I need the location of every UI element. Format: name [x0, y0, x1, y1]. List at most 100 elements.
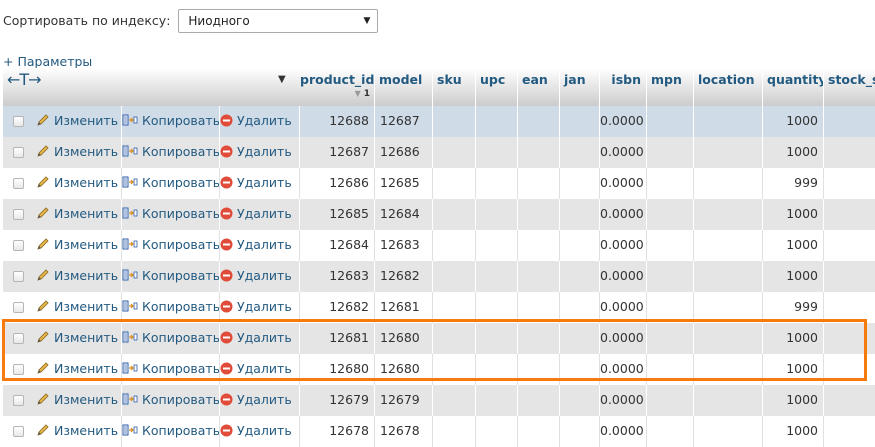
edit-link[interactable]: Изменить — [36, 261, 122, 292]
sort-by-index-select[interactable]: Ниодного ▼ — [178, 8, 379, 33]
cell-stock-status[interactable] — [824, 385, 875, 416]
cell-sku[interactable] — [433, 106, 476, 137]
cell-isbn[interactable]: 0.0000 — [600, 168, 647, 199]
cell-isbn[interactable]: 0.0000 — [600, 261, 647, 292]
edit-link[interactable]: Изменить — [36, 385, 122, 416]
cell-quantity[interactable]: 1000 — [763, 137, 824, 168]
cell-model[interactable]: 12678 — [375, 416, 433, 447]
cell-quantity[interactable]: 999 — [763, 292, 824, 323]
parameters-link[interactable]: + Параметры — [3, 54, 92, 69]
copy-link[interactable]: Копировать — [122, 106, 220, 137]
cell-jan[interactable] — [560, 230, 600, 261]
cell-model[interactable]: 12681 — [375, 292, 433, 323]
row-checkbox[interactable] — [13, 333, 24, 344]
cell-mpn[interactable] — [647, 168, 694, 199]
cell-product-id[interactable]: 12679 — [300, 385, 375, 416]
row-checkbox[interactable] — [13, 178, 24, 189]
cell-ean[interactable] — [518, 168, 560, 199]
cell-mpn[interactable] — [647, 323, 694, 354]
cell-quantity[interactable]: 1000 — [763, 230, 824, 261]
cell-mpn[interactable] — [647, 416, 694, 447]
cell-mpn[interactable] — [647, 292, 694, 323]
cell-jan[interactable] — [560, 323, 600, 354]
cell-ean[interactable] — [518, 230, 560, 261]
delete-link[interactable]: Удалить — [220, 416, 300, 447]
cell-location[interactable] — [694, 416, 763, 447]
cell-isbn[interactable]: 0.0000 — [600, 416, 647, 447]
copy-link[interactable]: Копировать — [122, 137, 220, 168]
column-resize-arrows-icon[interactable]: ←T→ — [7, 70, 42, 89]
cell-model[interactable]: 12680 — [375, 354, 433, 385]
row-checkbox[interactable] — [13, 426, 24, 437]
cell-sku[interactable] — [433, 292, 476, 323]
cell-location[interactable] — [694, 230, 763, 261]
cell-stock-status[interactable] — [824, 199, 875, 230]
cell-sku[interactable] — [433, 416, 476, 447]
cell-isbn[interactable]: 0.0000 — [600, 385, 647, 416]
cell-isbn[interactable]: 0.0000 — [600, 137, 647, 168]
copy-link[interactable]: Копировать — [122, 354, 220, 385]
cell-sku[interactable] — [433, 230, 476, 261]
copy-link[interactable]: Копировать — [122, 168, 220, 199]
copy-link[interactable]: Копировать — [122, 292, 220, 323]
row-checkbox[interactable] — [13, 364, 24, 375]
cell-quantity[interactable]: 1000 — [763, 106, 824, 137]
cell-jan[interactable] — [560, 199, 600, 230]
cell-isbn[interactable]: 0.0000 — [600, 199, 647, 230]
row-checkbox[interactable] — [13, 395, 24, 406]
delete-link[interactable]: Удалить — [220, 261, 300, 292]
cell-sku[interactable] — [433, 354, 476, 385]
cell-isbn[interactable]: 0.0000 — [600, 292, 647, 323]
cell-location[interactable] — [694, 385, 763, 416]
cell-location[interactable] — [694, 168, 763, 199]
cell-upc[interactable] — [476, 354, 518, 385]
column-header-location[interactable]: location — [694, 68, 763, 106]
cell-stock-status[interactable] — [824, 230, 875, 261]
cell-product-id[interactable]: 12683 — [300, 261, 375, 292]
cell-product-id[interactable]: 12678 — [300, 416, 375, 447]
cell-stock-status[interactable] — [824, 416, 875, 447]
cell-jan[interactable] — [560, 106, 600, 137]
cell-sku[interactable] — [433, 199, 476, 230]
delete-link[interactable]: Удалить — [220, 385, 300, 416]
cell-model[interactable]: 12687 — [375, 106, 433, 137]
cell-upc[interactable] — [476, 261, 518, 292]
cell-ean[interactable] — [518, 323, 560, 354]
cell-product-id[interactable]: 12682 — [300, 292, 375, 323]
cell-quantity[interactable]: 1000 — [763, 354, 824, 385]
column-header-product-id[interactable]: product_id ▼ 1 — [300, 68, 375, 106]
cell-sku[interactable] — [433, 168, 476, 199]
cell-jan[interactable] — [560, 354, 600, 385]
cell-quantity[interactable]: 1000 — [763, 261, 824, 292]
cell-location[interactable] — [694, 354, 763, 385]
edit-link[interactable]: Изменить — [36, 354, 122, 385]
edit-link[interactable]: Изменить — [36, 168, 122, 199]
cell-upc[interactable] — [476, 106, 518, 137]
cell-jan[interactable] — [560, 137, 600, 168]
cell-ean[interactable] — [518, 199, 560, 230]
cell-stock-status[interactable] — [824, 168, 875, 199]
cell-location[interactable] — [694, 292, 763, 323]
cell-upc[interactable] — [476, 292, 518, 323]
cell-upc[interactable] — [476, 199, 518, 230]
delete-link[interactable]: Удалить — [220, 199, 300, 230]
row-checkbox[interactable] — [13, 302, 24, 313]
copy-link[interactable]: Копировать — [122, 199, 220, 230]
cell-model[interactable]: 12682 — [375, 261, 433, 292]
cell-product-id[interactable]: 12684 — [300, 230, 375, 261]
cell-stock-status[interactable] — [824, 137, 875, 168]
cell-quantity[interactable]: 1000 — [763, 323, 824, 354]
cell-upc[interactable] — [476, 323, 518, 354]
cell-sku[interactable] — [433, 385, 476, 416]
edit-link[interactable]: Изменить — [36, 137, 122, 168]
cell-stock-status[interactable] — [824, 292, 875, 323]
cell-ean[interactable] — [518, 137, 560, 168]
delete-link[interactable]: Удалить — [220, 168, 300, 199]
cell-ean[interactable] — [518, 292, 560, 323]
delete-link[interactable]: Удалить — [220, 323, 300, 354]
column-header-quantity[interactable]: quantity — [763, 68, 824, 106]
cell-model[interactable]: 12679 — [375, 385, 433, 416]
cell-location[interactable] — [694, 261, 763, 292]
cell-mpn[interactable] — [647, 137, 694, 168]
delete-link[interactable]: Удалить — [220, 292, 300, 323]
